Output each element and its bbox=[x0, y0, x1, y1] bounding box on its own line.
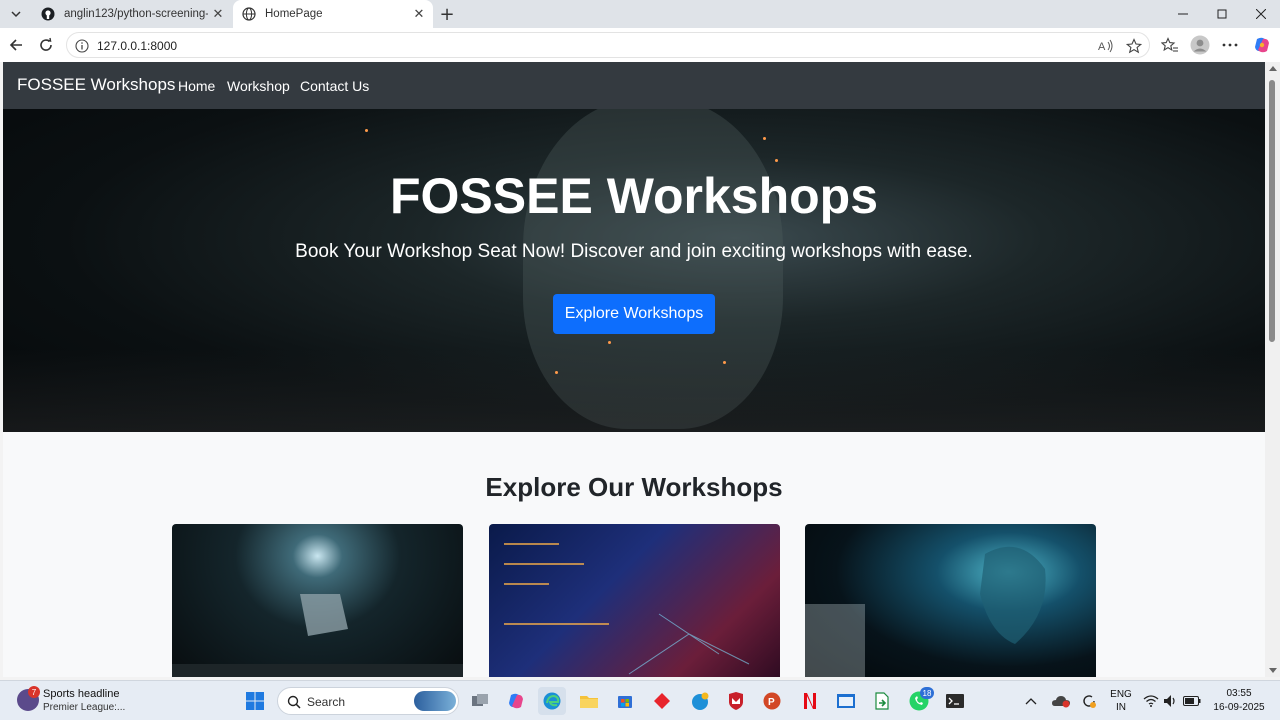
language-indicator-line1[interactable]: ENG bbox=[1106, 689, 1136, 700]
tab-homepage[interactable]: HomePage ✕ bbox=[233, 0, 433, 28]
hero-background-shade bbox=[3, 349, 1265, 432]
more-options-icon[interactable] bbox=[1220, 35, 1240, 55]
new-tab-button[interactable]: + bbox=[436, 3, 458, 25]
show-hidden-icons-chevron-icon[interactable] bbox=[1021, 687, 1041, 715]
minimize-button[interactable] bbox=[1164, 0, 1202, 28]
netflix-icon[interactable] bbox=[796, 687, 824, 715]
search-icon bbox=[287, 694, 301, 713]
file-explorer-icon[interactable] bbox=[575, 687, 603, 715]
scrollbar-thumb[interactable] bbox=[1269, 80, 1275, 342]
globe-icon bbox=[241, 6, 257, 22]
news-badge: 7 bbox=[28, 686, 40, 698]
close-window-button[interactable] bbox=[1242, 0, 1280, 28]
tab-label: HomePage bbox=[265, 8, 323, 20]
close-tab-icon[interactable]: ✕ bbox=[409, 4, 429, 24]
browser-toolbar: 127.0.0.1:8000 A bbox=[0, 28, 1280, 62]
volume-icon[interactable] bbox=[1160, 687, 1182, 715]
favorite-star-icon[interactable] bbox=[1125, 37, 1143, 55]
site-navbar: FOSSEE Workshops Home Workshop Contact U… bbox=[3, 62, 1265, 109]
copilot-app-icon[interactable] bbox=[502, 687, 530, 715]
task-view-icon[interactable] bbox=[466, 687, 494, 715]
address-bar[interactable]: 127.0.0.1:8000 A bbox=[66, 32, 1150, 58]
onedrive-error-icon[interactable] bbox=[1049, 687, 1073, 715]
maximize-button[interactable] bbox=[1203, 0, 1241, 28]
diamond-app-icon[interactable] bbox=[648, 687, 676, 715]
page-viewport: FOSSEE Workshops Home Workshop Contact U… bbox=[3, 62, 1265, 677]
spark-dot bbox=[775, 159, 778, 162]
read-aloud-icon[interactable]: A bbox=[1097, 37, 1115, 55]
news-subline[interactable]: Premier League:... bbox=[43, 702, 125, 713]
section-title: Explore Our Workshops bbox=[485, 472, 783, 502]
search-label: Search bbox=[307, 695, 346, 709]
terminal-icon[interactable] bbox=[941, 687, 969, 715]
tab-label: anglin123/python-screening-task bbox=[64, 8, 208, 20]
windows-taskbar: 7 Sports headline Premier League:... Sea… bbox=[0, 680, 1280, 720]
nav-link-home[interactable]: Home bbox=[178, 78, 215, 94]
navbar-brand[interactable]: FOSSEE Workshops bbox=[17, 75, 175, 95]
copilot-icon[interactable] bbox=[1252, 35, 1272, 55]
workshop-card-image[interactable] bbox=[489, 524, 780, 677]
scroll-down-arrow-icon[interactable] bbox=[1269, 668, 1277, 673]
hero-title: FOSSEE Workshops bbox=[389, 168, 879, 224]
start-button[interactable] bbox=[241, 687, 269, 715]
close-tab-icon[interactable]: ✕ bbox=[208, 4, 228, 24]
wifi-icon[interactable] bbox=[1140, 687, 1162, 715]
tab-actions-menu-icon[interactable] bbox=[6, 5, 26, 23]
explore-workshops-button[interactable]: Explore Workshops bbox=[553, 294, 715, 334]
svg-text:P: P bbox=[768, 697, 775, 708]
back-button[interactable] bbox=[4, 34, 28, 56]
scroll-up-arrow-icon[interactable] bbox=[1269, 66, 1277, 71]
powerpoint-icon[interactable]: P bbox=[758, 687, 786, 715]
spark-dot bbox=[608, 341, 611, 344]
window-app-icon[interactable] bbox=[832, 687, 860, 715]
svg-text:A: A bbox=[1098, 41, 1106, 53]
news-headline[interactable]: Sports headline bbox=[43, 688, 119, 700]
store-icon[interactable] bbox=[611, 687, 639, 715]
blue-app-icon[interactable] bbox=[686, 687, 714, 715]
url-text[interactable]: 127.0.0.1:8000 bbox=[97, 39, 177, 53]
favorites-icon[interactable] bbox=[1160, 35, 1180, 55]
taskbar-search[interactable]: Search bbox=[277, 687, 459, 715]
nav-link-contact[interactable]: Contact Us bbox=[300, 78, 369, 94]
workshop-card-image[interactable] bbox=[805, 524, 1096, 677]
browser-tab-strip: anglin123/python-screening-task ✕ HomePa… bbox=[0, 0, 1280, 28]
whatsapp-badge: 18 bbox=[920, 687, 934, 699]
spark-dot bbox=[723, 361, 726, 364]
battery-icon[interactable] bbox=[1181, 687, 1203, 715]
page-scrollbar[interactable] bbox=[1265, 62, 1280, 677]
hero-subtitle: Book Your Workshop Seat Now! Discover an… bbox=[295, 241, 973, 262]
workshop-card-image[interactable] bbox=[172, 524, 463, 677]
reload-button[interactable] bbox=[34, 34, 58, 56]
mcafee-icon[interactable] bbox=[722, 687, 750, 715]
spark-dot bbox=[555, 371, 558, 374]
sync-icon[interactable] bbox=[1077, 687, 1101, 715]
profile-avatar[interactable] bbox=[1190, 35, 1210, 55]
tab-github[interactable]: anglin123/python-screening-task ✕ bbox=[32, 0, 232, 28]
language-indicator-line2[interactable]: IN bbox=[1106, 702, 1136, 713]
nav-link-workshop[interactable]: Workshop bbox=[227, 78, 290, 94]
hero-banner: FOSSEE Workshops Book Your Workshop Seat… bbox=[3, 109, 1265, 432]
file-transfer-icon[interactable] bbox=[868, 687, 896, 715]
search-highlight-image bbox=[414, 691, 456, 711]
github-icon bbox=[40, 6, 56, 22]
spark-dot bbox=[763, 137, 766, 140]
site-info-icon[interactable] bbox=[75, 38, 89, 53]
clock-time[interactable]: 03:55 bbox=[1208, 688, 1270, 699]
edge-browser-icon[interactable] bbox=[538, 687, 566, 715]
spark-dot bbox=[365, 129, 368, 132]
clock-date[interactable]: 16-09-2025 bbox=[1208, 702, 1270, 713]
